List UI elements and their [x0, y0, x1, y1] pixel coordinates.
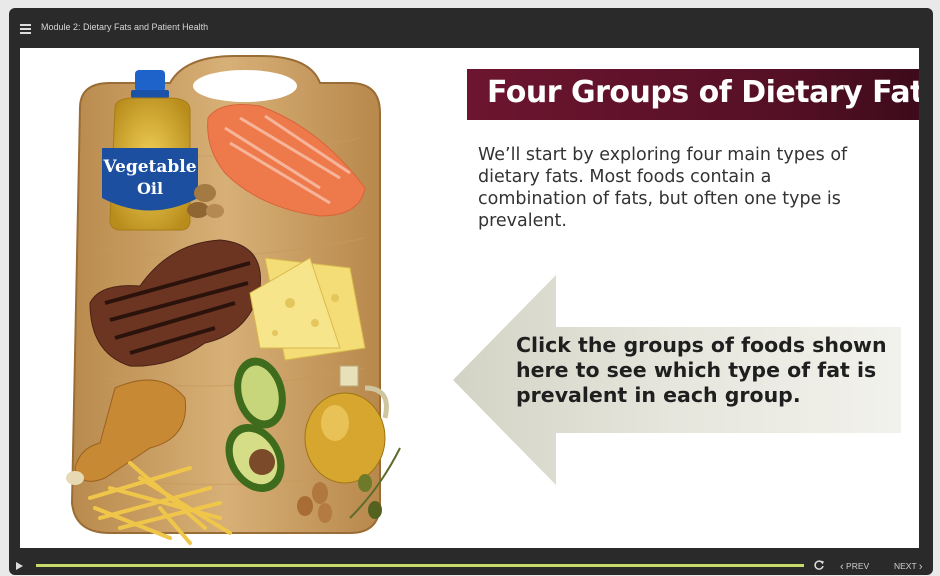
intro-text: We’ll start by exploring four main types…: [478, 145, 848, 231]
player-top-bar: Module 2: Dietary Fats and Patient Healt…: [9, 8, 933, 48]
prev-button[interactable]: ‹ PREV: [840, 561, 869, 573]
play-icon[interactable]: [16, 562, 23, 570]
bottle-label-vegetable: Vegetable: [102, 157, 196, 177]
player-control-bar: ‹ PREV NEXT ›: [9, 548, 933, 575]
slide-canvas: Vegetable Oil Four Groups of Dietary Fat…: [20, 48, 919, 548]
course-player: Module 2: Dietary Fats and Patient Healt…: [9, 8, 933, 575]
food-groups-board[interactable]: Vegetable Oil: [20, 48, 440, 548]
hamburger-menu-icon[interactable]: [20, 24, 31, 34]
next-label: NEXT: [894, 561, 917, 571]
chevron-left-icon: ‹: [840, 561, 844, 573]
module-title: Module 2: Dietary Fats and Patient Healt…: [41, 22, 209, 32]
chevron-right-icon: ›: [918, 561, 923, 573]
instruction-text: Click the groups of foods shown here to …: [516, 333, 887, 407]
prev-label: PREV: [846, 561, 870, 571]
slide-title: Four Groups of Dietary Fats: [487, 75, 919, 110]
bottle-label-oil: Oil: [137, 179, 163, 198]
next-button[interactable]: NEXT ›: [894, 561, 923, 573]
replay-icon[interactable]: [813, 559, 825, 571]
slide-title-banner: Four Groups of Dietary Fats: [467, 69, 919, 120]
progress-fill: [36, 564, 804, 567]
progress-bar[interactable]: [36, 564, 804, 567]
food-board-illustration: Vegetable Oil: [66, 55, 401, 545]
